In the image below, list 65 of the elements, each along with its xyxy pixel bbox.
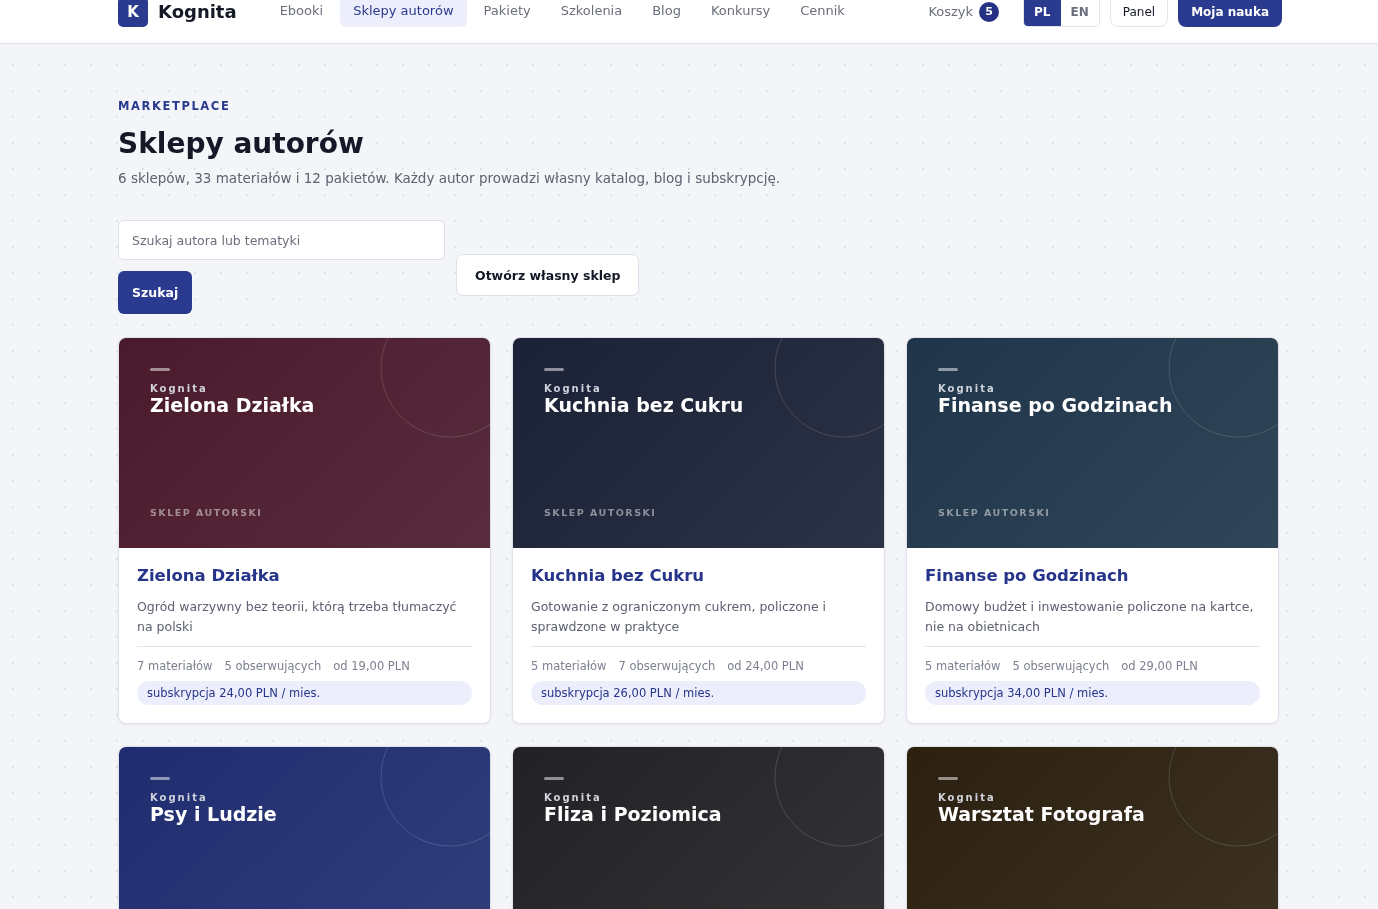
shop-description: Ogród warzywny bez teorii, którą trzeba tłumaczyć na polski [137,597,472,647]
followers-count: 7 obserwujących [618,659,716,673]
banner-tag: SKLEP AUTORSKI [150,507,459,518]
open-shop-button[interactable]: Otwórz własny sklep [456,254,640,296]
banner-brand: Kognita [150,792,209,803]
page-title: Sklepy autorów [118,127,365,160]
page-subtitle: 6 sklepów, 33 materiałów i 12 pakietów. Każdy autor prowadzi własny katalog, blog i subskrypcję. [118,170,781,186]
brand-name[interactable]: Kognita [158,1,237,22]
shop-card[interactable]: Kognita Fliza i Poziomica [512,746,885,909]
nav-link[interactable]: Pakiety [470,0,544,27]
nav-link[interactable]: Blog [639,0,694,27]
banner-brand: Kognita [938,383,997,394]
price-from: od 24,00 PLN [727,659,804,673]
shop-title[interactable]: Finanse po Godzinach [925,566,1260,585]
banner-brand: Kognita [544,792,603,803]
banner-title: Finanse po Godzinach [938,394,1174,416]
nav-link[interactable]: Szkolenia [547,0,636,27]
banner-brand: Kognita [938,792,997,803]
banner-title: Kuchnia bez Cukru [544,394,745,416]
price-from: od 19,00 PLN [333,659,410,673]
accent-line [938,368,958,371]
price-from: od 29,00 PLN [1121,659,1198,673]
language-button[interactable]: PL [1024,0,1061,26]
panel-button[interactable]: Panel [1109,0,1169,27]
shop-title[interactable]: Zielona Działka [137,566,472,585]
accent-line [544,368,564,371]
logo-mark[interactable]: K [118,0,148,27]
eyebrow-label: MARKETPLACE [118,99,232,113]
banner-tag: SKLEP AUTORSKI [544,507,853,518]
materials-count: 5 materiałów [925,659,1001,673]
nav-link[interactable]: Konkursy [697,0,784,27]
shop-description: Gotowanie z ograniczonym cukrem, policzone i sprawdzone w praktyce [531,597,866,647]
materials-count: 5 materiałów [531,659,607,673]
subscription-pill: subskrypcja 34,00 PLN / mies. [925,681,1260,705]
materials-count: 7 materiałów [137,659,213,673]
banner-tag: SKLEP AUTORSKI [938,507,1247,518]
shop-card[interactable]: Kognita Zielona Działka SKLEP AUTORSKI Zielona Działka Ogród warzywny bez teorii, którą trzeba tłumaczyć na polski 7 materiałów 5 obserwujących od 19,00 PLN subskrypcja 24,00 PLN / mies. [118,337,491,724]
banner-title: Fliza i Poziomica [544,803,723,825]
nav-link[interactable]: Sklepy autorów [340,0,467,27]
subscription-pill: subskrypcja 24,00 PLN / mies. [137,681,472,705]
shop-card[interactable]: Kognita Kuchnia bez Cukru SKLEP AUTORSKI Kuchnia bez Cukru Gotowanie z ograniczonym cukrem, policzone i sprawdzone w praktyce 5 materiałów 7 obserwujących od 24,00 PLN subskrypcja 26,00 PLN / mies. [512,337,885,724]
accent-line [150,777,170,780]
my-learning-button[interactable]: Moja nauka [1178,0,1282,27]
shop-title[interactable]: Kuchnia bez Cukru [531,566,866,585]
search-button[interactable]: Szukaj [118,271,193,314]
nav-link[interactable]: Ebooki [266,0,337,27]
followers-count: 5 obserwujących [1012,659,1110,673]
banner-title: Psy i Ludzie [150,803,278,825]
banner-brand: Kognita [150,383,209,394]
nav-link[interactable]: Cennik [787,0,858,27]
shop-description: Domowy budżet i inwestowanie policzone na kartce, nie na obietnicach [925,597,1260,647]
accent-line [938,777,958,780]
subscription-pill: subskrypcja 26,00 PLN / mies. [531,681,866,705]
banner-title: Warsztat Fotografa [938,803,1146,825]
search-field[interactable]: Szukaj autora lub tematyki [118,220,445,260]
accent-line [544,777,564,780]
banner-brand: Kognita [544,383,603,394]
shop-card[interactable] [906,337,1279,724]
shop-card[interactable]: Kognita Psy i Ludzie [118,746,491,909]
shop-card[interactable]: Kognita Warsztat Fotografa [906,746,1279,909]
banner-title: Zielona Działka [150,394,316,416]
accent-line [150,368,170,371]
cart-link[interactable]: Koszyk [928,4,974,19]
followers-count: 5 obserwujących [224,659,322,673]
cart-count: 5 [979,1,1000,22]
